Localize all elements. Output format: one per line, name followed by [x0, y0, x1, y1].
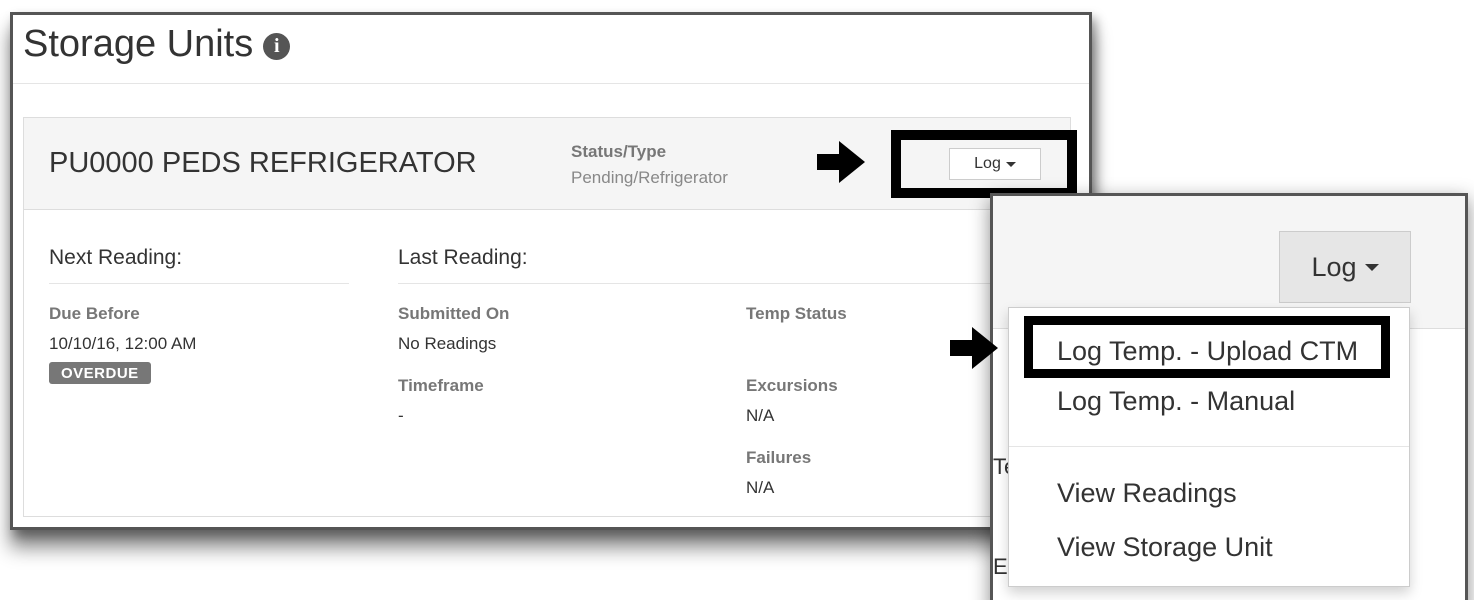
submitted-on-value: No Readings [398, 334, 497, 353]
log-button-zoomed[interactable]: Log [1279, 231, 1411, 303]
caret-down-icon [1364, 263, 1379, 271]
failures-label: Failures [746, 448, 812, 467]
page-title-text: Storage Units [23, 23, 254, 65]
overdue-badge: OVERDUE [49, 362, 151, 384]
page-title: Storage Units i [23, 23, 291, 66]
status-type-label: Status/Type [571, 142, 667, 161]
log-button-highlight: Log [891, 130, 1077, 198]
excursions-value: N/A [746, 406, 775, 425]
storage-units-panel: Storage Units i PU0000 PEDS REFRIGERATOR… [10, 12, 1092, 530]
failures-value: N/A [746, 478, 775, 497]
title-divider [13, 83, 1089, 84]
timeframe-label: Timeframe [398, 376, 484, 395]
next-reading-divider [49, 283, 349, 284]
arrow-right-icon [817, 141, 865, 183]
last-reading-divider [398, 283, 1058, 284]
menu-item-view-storage-unit[interactable]: View Storage Unit [1057, 532, 1273, 563]
storage-unit-card: PU0000 PEDS REFRIGERATOR Status/Type Pen… [23, 117, 1077, 517]
partial-text-excursions: E [993, 554, 1008, 579]
due-before-value: 10/10/16, 12:00 AM [49, 334, 197, 353]
upload-ctm-highlight [1024, 316, 1390, 378]
arrow-right-icon [950, 327, 998, 369]
menu-divider [1009, 446, 1409, 447]
caret-down-icon [1005, 161, 1016, 167]
unit-name: PU0000 PEDS REFRIGERATOR [49, 147, 477, 179]
log-button-zoomed-label: Log [1311, 251, 1357, 282]
log-button[interactable]: Log [949, 148, 1041, 180]
temp-status-label: Temp Status [746, 304, 847, 323]
next-reading-title: Next Reading: [49, 246, 183, 269]
info-icon[interactable]: i [263, 33, 291, 60]
menu-item-manual[interactable]: Log Temp. - Manual [1057, 386, 1295, 417]
last-reading-title: Last Reading: [398, 246, 528, 269]
log-button-label: Log [974, 155, 1001, 172]
submitted-on-label: Submitted On [398, 304, 510, 323]
excursions-label: Excursions [746, 376, 838, 395]
due-before-label: Due Before [49, 304, 140, 323]
timeframe-value: - [398, 406, 404, 425]
menu-item-view-readings[interactable]: View Readings [1057, 478, 1237, 509]
status-type-value: Pending/Refrigerator [571, 168, 728, 187]
unit-card-header: PU0000 PEDS REFRIGERATOR Status/Type Pen… [24, 118, 1077, 210]
